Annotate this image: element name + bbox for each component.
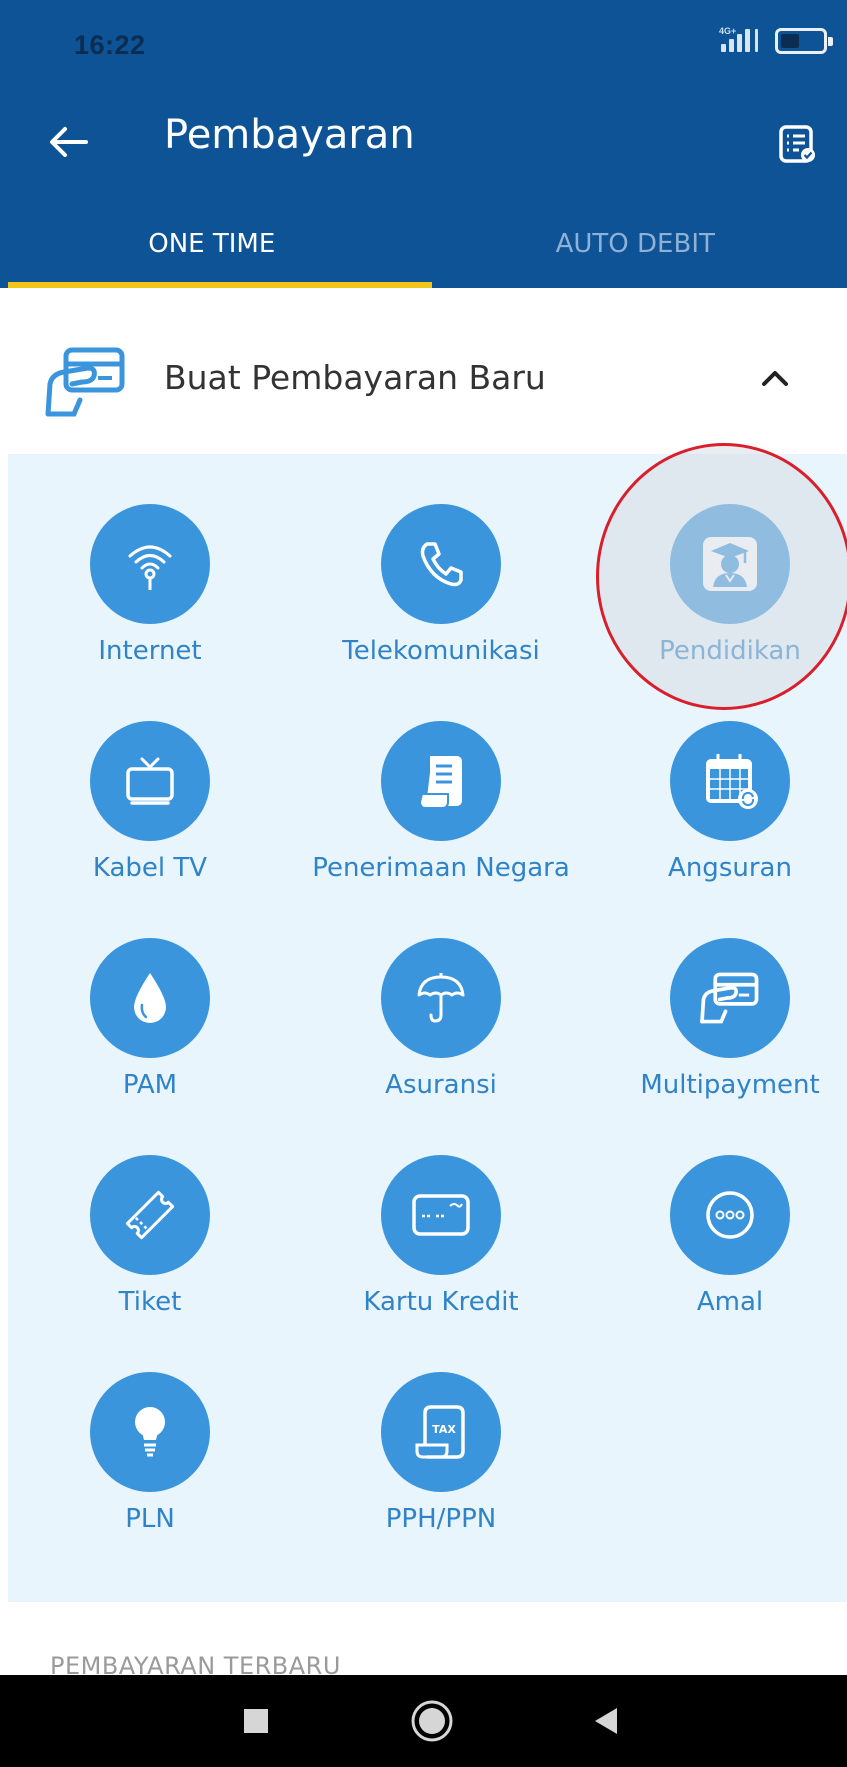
category-asuransi[interactable]: Asuransi <box>301 888 581 1100</box>
chevron-up-icon <box>762 371 788 386</box>
nav-back-button[interactable] <box>556 1675 656 1767</box>
square-icon <box>244 1709 268 1733</box>
category-kabel-tv[interactable]: Kabel TV <box>10 671 290 883</box>
category-label: Tiket <box>118 1287 182 1317</box>
scroll-document-icon <box>418 756 462 809</box>
tab-bar: ONE TIME AUTO DEBIT <box>0 200 847 288</box>
arrow-left-icon <box>50 127 88 157</box>
umbrella-icon <box>417 973 465 1023</box>
status-bar: 16:22 4G+ <box>0 0 847 88</box>
category-label: Angsuran <box>668 853 792 883</box>
category-internet[interactable]: Internet <box>10 454 290 666</box>
system-nav-bar <box>0 1675 847 1767</box>
tab-auto-debit[interactable]: AUTO DEBIT <box>424 200 847 288</box>
category-label: Telekomunikasi <box>342 636 540 666</box>
category-label: PAM <box>122 1070 178 1100</box>
history-button[interactable] <box>769 116 825 172</box>
category-telekomunikasi[interactable]: Telekomunikasi <box>301 454 581 666</box>
circle-home-icon <box>411 1700 453 1742</box>
credit-card-icon <box>412 1194 470 1236</box>
tab-one-time[interactable]: ONE TIME <box>0 200 424 288</box>
network-type-label: 4G+ <box>719 26 737 36</box>
receipt-list-icon <box>779 125 815 163</box>
section-title: Buat Pembayaran Baru <box>164 358 546 397</box>
calendar-recurring-icon <box>706 754 758 809</box>
category-label: Penerimaan Negara <box>312 853 570 883</box>
app-bar: Pembayaran ONE TIME AUTO DEBIT <box>0 88 847 288</box>
category-label: Internet <box>98 636 202 666</box>
status-icons: 4G+ <box>719 26 833 56</box>
category-label: Amal <box>696 1287 764 1317</box>
tab-auto-debit-label: AUTO DEBIT <box>555 229 715 259</box>
category-label: Pendidikan <box>659 636 801 666</box>
ticket-icon <box>125 1190 175 1240</box>
category-label: PLN <box>125 1504 175 1534</box>
battery-icon <box>775 28 833 54</box>
recents-button[interactable] <box>206 1675 306 1767</box>
category-label: PPH/PPN <box>385 1504 497 1534</box>
card-in-hand-icon <box>45 347 125 417</box>
category-label: Kabel TV <box>92 853 208 883</box>
more-dots-icon <box>706 1191 754 1239</box>
triangle-back-icon <box>595 1708 617 1734</box>
category-pph-ppn[interactable]: TAX PPH/PPN <box>301 1322 581 1534</box>
page-title: Pembayaran <box>164 112 415 158</box>
category-label: Asuransi <box>385 1070 497 1100</box>
category-angsuran[interactable]: Angsuran <box>590 671 847 883</box>
category-pam[interactable]: PAM <box>10 888 290 1100</box>
light-bulb-icon <box>135 1407 165 1457</box>
status-time: 16:22 <box>74 30 146 60</box>
category-label: Kartu Kredit <box>363 1287 519 1317</box>
category-pendidikan[interactable]: Pendidikan <box>590 454 847 666</box>
card-in-hand-icon <box>700 972 759 1024</box>
new-payment-section-header[interactable]: Buat Pembayaran Baru <box>0 300 847 454</box>
graduate-icon <box>703 537 757 591</box>
signal-icon: 4G+ <box>719 26 765 56</box>
category-kartu-kredit[interactable]: Kartu Kredit <box>301 1105 581 1317</box>
tab-one-time-label: ONE TIME <box>148 229 276 259</box>
category-multipayment[interactable]: Multipayment <box>590 888 847 1100</box>
category-tiket[interactable]: Tiket <box>10 1105 290 1317</box>
category-label: Multipayment <box>640 1070 820 1100</box>
wifi-icon <box>128 545 172 590</box>
category-pln[interactable]: PLN <box>10 1322 290 1534</box>
category-penerimaan-negara[interactable]: Penerimaan Negara <box>301 671 581 883</box>
category-amal[interactable]: Amal <box>590 1105 847 1317</box>
water-drop-icon <box>134 973 166 1023</box>
category-grid: Internet Telekomunikasi Pendidikan Kabel… <box>8 454 847 1602</box>
tv-icon <box>126 757 174 805</box>
back-button[interactable] <box>40 114 96 170</box>
collapse-button[interactable] <box>753 356 797 400</box>
phone-icon <box>420 542 463 587</box>
tax-document-icon: TAX <box>415 1405 465 1459</box>
svg-text:TAX: TAX <box>432 1423 456 1436</box>
active-tab-indicator <box>8 282 432 288</box>
home-button[interactable] <box>382 1675 482 1767</box>
